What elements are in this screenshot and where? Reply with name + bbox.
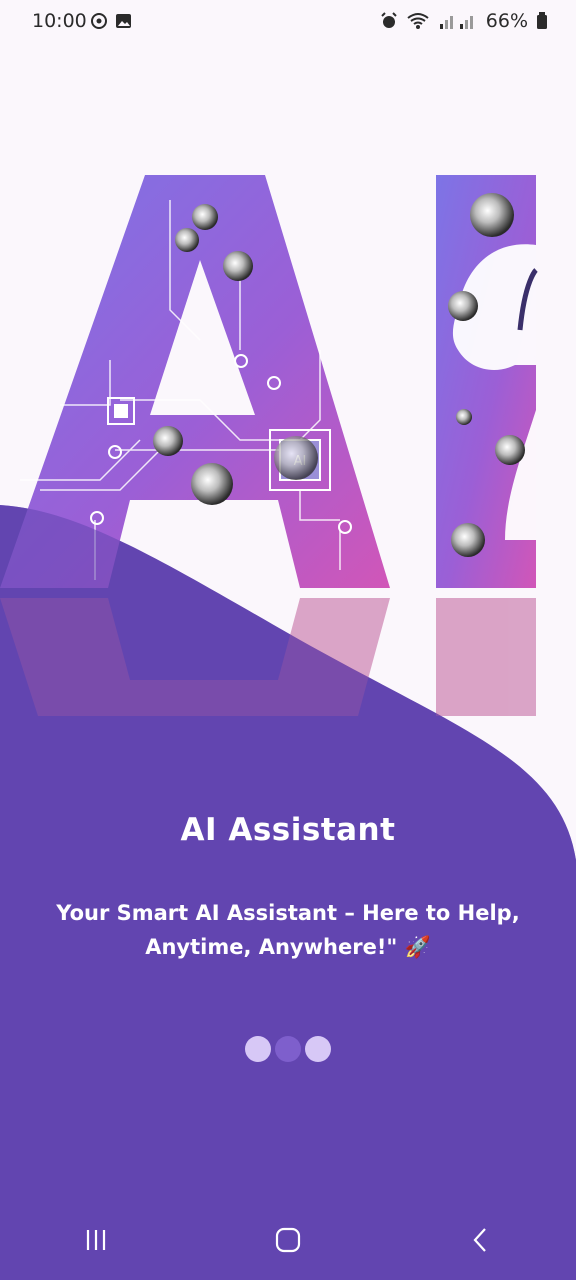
notification-icon xyxy=(91,13,131,29)
signal-icon xyxy=(439,16,473,29)
battery-icon xyxy=(537,12,547,29)
status-bar: 10:00 66% xyxy=(0,0,576,44)
letter-a: AI xyxy=(0,175,390,588)
recents-button[interactable] xyxy=(56,1210,136,1270)
status-time: 10:00 xyxy=(32,10,87,32)
back-button[interactable] xyxy=(440,1210,520,1270)
system-nav-bar xyxy=(0,1200,576,1280)
onboarding-subtitle: Your Smart AI Assistant – Here to Help, … xyxy=(56,901,520,959)
battery-percent: 66% xyxy=(485,10,528,32)
page-dot-3[interactable] xyxy=(305,1036,331,1062)
onboarding-title: AI Assistant xyxy=(180,812,396,848)
page-dot-2[interactable] xyxy=(275,1036,301,1062)
home-button[interactable] xyxy=(248,1210,328,1270)
home-icon xyxy=(275,1227,301,1253)
letter-i xyxy=(436,175,538,588)
status-notification-icons xyxy=(90,11,136,36)
ai-hero-illustration: AI xyxy=(0,175,538,716)
alarm-icon xyxy=(381,12,397,28)
page-dot-1[interactable] xyxy=(245,1036,271,1062)
page-indicator xyxy=(0,1036,576,1062)
back-icon xyxy=(473,1228,486,1252)
wifi-icon xyxy=(407,13,429,29)
recents-icon xyxy=(86,1230,106,1250)
letter-reflection xyxy=(0,598,536,716)
status-indicators: 66% xyxy=(380,10,548,32)
